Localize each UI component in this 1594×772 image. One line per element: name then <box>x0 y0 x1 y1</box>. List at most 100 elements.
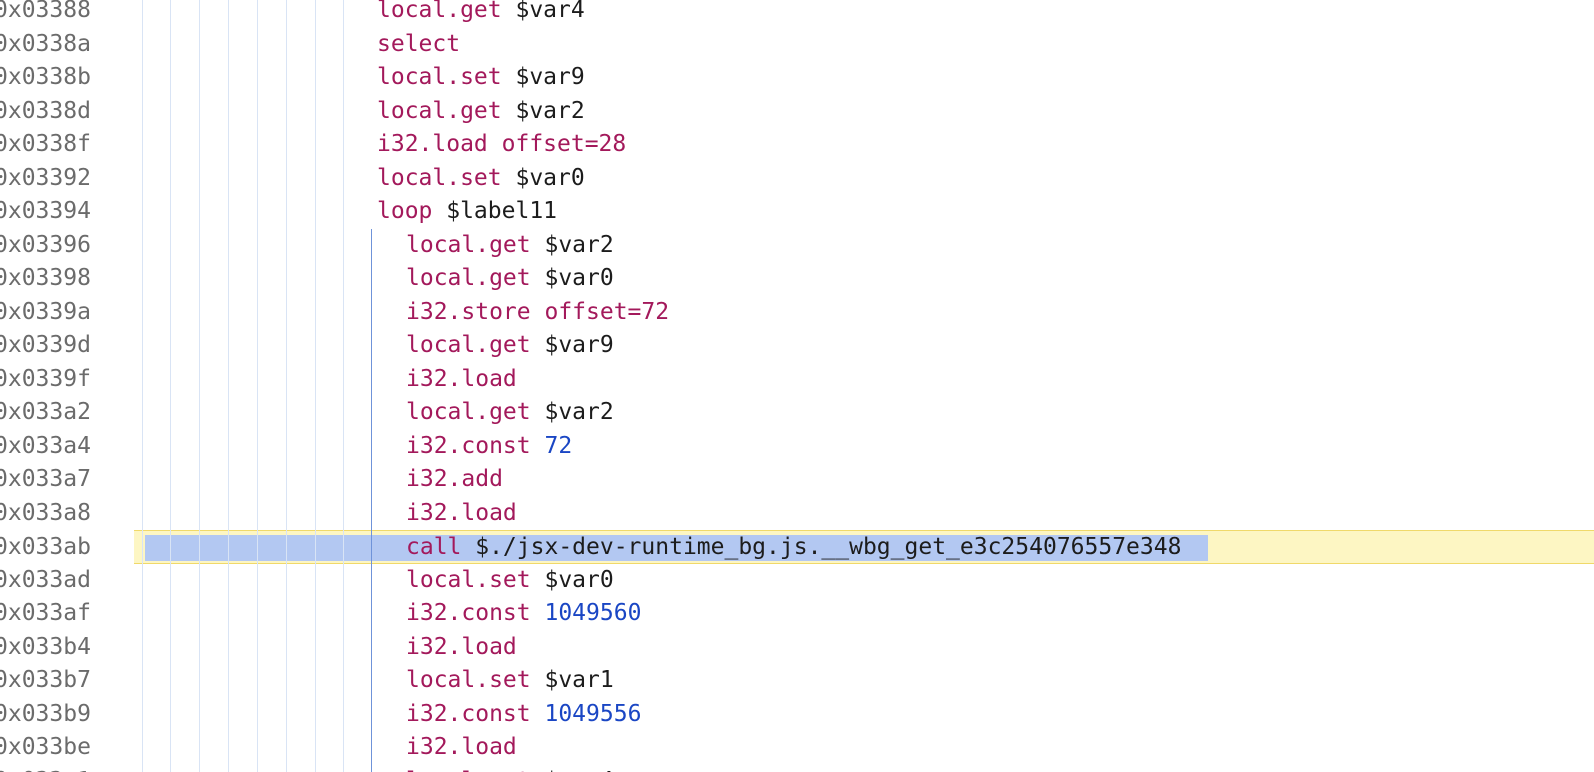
line-code[interactable]: local.set $var0 <box>377 162 585 196</box>
operand-token: $var9 <box>530 332 614 358</box>
code-line[interactable]: 0x033be i32.load <box>0 731 1594 765</box>
code-line[interactable]: 0x033c1 local.set $var4 <box>0 765 1594 772</box>
line-address[interactable]: 0x033b9 <box>0 698 130 732</box>
line-code[interactable]: i32.const 72 <box>406 430 572 464</box>
operand-token: $var2 <box>501 97 585 124</box>
line-address[interactable]: 0x03394 <box>0 195 130 229</box>
line-code[interactable]: i32.load <box>406 631 517 665</box>
line-address[interactable]: 0x03388 <box>0 0 130 28</box>
line-address[interactable]: 0x033a2 <box>0 396 130 430</box>
operand-token: $var4 <box>501 0 585 23</box>
number-token: 1049560 <box>544 600 642 626</box>
code-line[interactable]: 0x033a8 i32.load <box>0 497 1594 531</box>
code-line[interactable]: 0x03388 local.get $var4 <box>0 0 1594 28</box>
line-address[interactable]: 0x03396 <box>0 229 130 263</box>
line-code[interactable]: local.get $var2 <box>406 229 614 263</box>
line-address[interactable]: 0x03392 <box>0 162 130 196</box>
code-line[interactable]: 0x033a7 i32.add <box>0 463 1594 497</box>
line-address[interactable]: 0x033ab <box>0 531 130 565</box>
line-address[interactable]: 0x0338b <box>0 61 130 95</box>
line-address[interactable]: 0x033a7 <box>0 463 130 497</box>
instruction-token: local.get <box>406 399 531 425</box>
line-address[interactable]: 0x033a8 <box>0 497 130 531</box>
code-line[interactable]: 0x0338f i32.load offset=28 <box>0 128 1594 162</box>
code-line[interactable]: 0x033af i32.const 1049560 <box>0 597 1594 631</box>
code-line[interactable]: 0x033b4 i32.load <box>0 631 1594 665</box>
line-code[interactable]: call $./jsx-dev-runtime_bg.js.__wbg_get_… <box>406 531 1181 565</box>
code-line[interactable]: 0x03394 loop $label11 <box>0 195 1594 229</box>
indent-guide <box>228 0 229 772</box>
line-address[interactable]: 0x033be <box>0 731 130 765</box>
indent-guide <box>257 0 258 772</box>
code-line[interactable]: 0x0338b local.set $var9 <box>0 61 1594 95</box>
line-address[interactable]: 0x033a4 <box>0 430 130 464</box>
line-code[interactable]: local.get $var0 <box>406 262 614 296</box>
code-line[interactable]: 0x03396 local.get $var2 <box>0 229 1594 263</box>
line-code[interactable]: i32.const 1049560 <box>406 597 641 631</box>
line-address[interactable]: 0x0338f <box>0 128 130 162</box>
line-code[interactable]: i32.store offset=72 <box>406 296 669 330</box>
line-address[interactable]: 0x03398 <box>0 262 130 296</box>
line-code[interactable]: i32.add <box>406 463 503 497</box>
operand-token: $var4 <box>531 768 613 772</box>
line-code[interactable]: i32.load <box>406 731 517 765</box>
line-code[interactable]: i32.load offset=28 <box>377 128 626 162</box>
code-line-current[interactable]: 0x033ab call $./jsx-dev-runtime_bg.js.__w… <box>0 530 1594 565</box>
line-code[interactable]: select <box>377 28 460 62</box>
indent-guide <box>170 0 171 772</box>
code-line[interactable]: 0x03392 local.set $var0 <box>0 162 1594 196</box>
operand-token: $var9 <box>501 64 585 90</box>
line-code[interactable]: local.set $var0 <box>406 564 614 598</box>
code-line[interactable]: 0x033b7 local.set $var1 <box>0 664 1594 698</box>
line-address[interactable]: 0x033b4 <box>0 631 130 665</box>
instruction-token: local.get <box>377 0 502 23</box>
code-line[interactable]: 0x03398 local.get $var0 <box>0 262 1594 296</box>
line-code[interactable]: local.get $var2 <box>377 95 585 129</box>
line-code[interactable]: i32.load <box>406 363 517 397</box>
indent-guide <box>286 0 287 772</box>
instruction-token: i32.const <box>406 600 531 626</box>
operand-token: $var0 <box>530 566 614 593</box>
line-code[interactable]: local.get $var4 <box>377 0 585 28</box>
code-line[interactable]: 0x033ad local.set $var0 <box>0 564 1594 598</box>
number-token: 72 <box>544 432 573 459</box>
instruction-token: i32.store offset=72 <box>406 298 670 325</box>
line-code[interactable]: local.set $var9 <box>377 61 585 95</box>
operand-token: $var0 <box>501 164 585 191</box>
instruction-token: i32.load <box>406 499 517 526</box>
instruction-token: local.get <box>406 332 531 358</box>
line-address[interactable]: 0x0338d <box>0 95 130 129</box>
line-address[interactable]: 0x0338a <box>0 28 130 62</box>
line-address[interactable]: 0x0339a <box>0 296 130 330</box>
line-code[interactable]: i32.const 1049556 <box>406 698 641 732</box>
line-code[interactable]: local.set $var1 <box>406 664 614 698</box>
line-address[interactable]: 0x033af <box>0 597 130 631</box>
code-line[interactable]: 0x033b9 i32.const 1049556 <box>0 698 1594 732</box>
instruction-token: i32.const <box>406 700 531 727</box>
line-code[interactable]: local.get $var9 <box>406 329 614 363</box>
code-line[interactable]: 0x0338a select <box>0 28 1594 62</box>
operand-token: $var0 <box>530 265 614 291</box>
code-line[interactable]: 0x0339d local.get $var9 <box>0 329 1594 363</box>
code-line[interactable]: 0x033a2 local.get $var2 <box>0 396 1594 430</box>
instruction-token: call <box>406 534 462 560</box>
line-address[interactable]: 0x033c1 <box>0 765 130 772</box>
line-code[interactable]: local.set $var4 <box>406 765 614 772</box>
line-address[interactable]: 0x0339f <box>0 363 130 397</box>
line-code[interactable]: loop $label11 <box>377 195 557 229</box>
code-line[interactable]: 0x0339a i32.store offset=72 <box>0 296 1594 330</box>
line-code[interactable]: i32.load <box>406 497 517 531</box>
code-line[interactable]: 0x0338d local.get $var2 <box>0 95 1594 129</box>
indent-guide <box>142 0 143 772</box>
instruction-token: local.set <box>377 64 502 90</box>
instruction-token: i32.load <box>406 633 517 660</box>
wasm-source-editor[interactable]: 0x03388 local.get $var4 0x0338a select 0x033… <box>0 0 1594 772</box>
line-address[interactable]: 0x033b7 <box>0 664 130 698</box>
line-address[interactable]: 0x033ad <box>0 564 130 598</box>
code-line[interactable]: 0x0339f i32.load <box>0 363 1594 397</box>
line-address[interactable]: 0x0339d <box>0 329 130 363</box>
operand-token <box>531 433 545 459</box>
code-line[interactable]: 0x033a4 i32.const 72 <box>0 430 1594 464</box>
line-code[interactable]: local.get $var2 <box>406 396 614 430</box>
instruction-token: i32.add <box>406 466 503 492</box>
